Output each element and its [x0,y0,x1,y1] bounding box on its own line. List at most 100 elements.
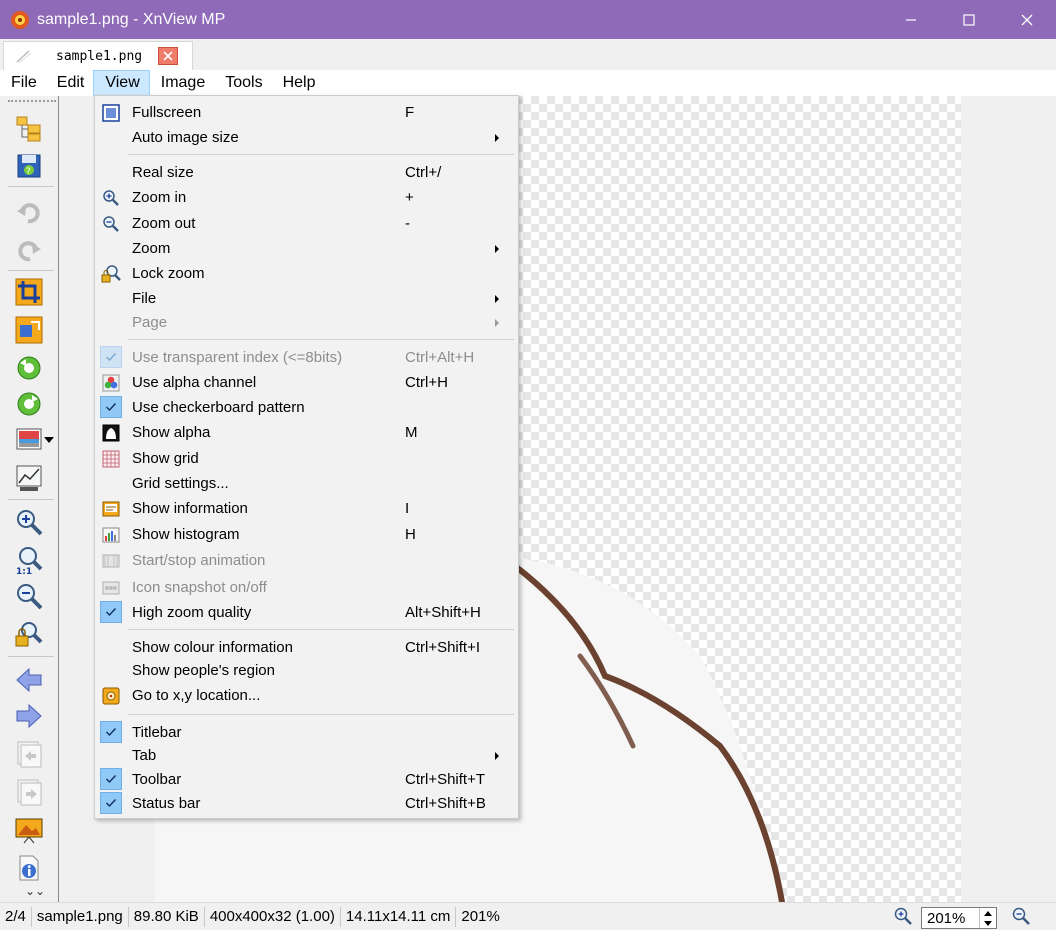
menu-item-zoom-in[interactable]: Zoom in + [95,185,518,210]
toolbar-overflow[interactable]: ⌄⌄ [25,884,45,898]
menu-image[interactable]: Image [150,70,214,96]
resize-button[interactable] [13,314,45,346]
menu-item-show-peoples-region[interactable]: Show people's region [95,658,518,683]
menu-item-tab[interactable]: Tab [95,743,518,768]
menu-item-use-alpha-channel[interactable]: Use alpha channel Ctrl+H [95,370,518,395]
spin-down-icon [984,920,992,926]
print-size: 14.11x14.11 cm [341,906,457,927]
menu-item-zoom[interactable]: Zoom [95,236,518,261]
view-menu-dropdown: Fullscreen F Auto image size Real size C… [94,95,519,819]
previous-image-button[interactable] [13,664,45,696]
checkmark-icon [100,792,122,814]
menu-item-page[interactable]: Page [95,310,518,335]
left-toolbar: ? 1:1 ⌄⌄ [0,96,59,902]
menu-item-lock-zoom[interactable]: Lock zoom [95,261,518,286]
menu-item-titlebar[interactable]: Titlebar [95,720,518,745]
browse-folder-button[interactable] [13,112,45,144]
last-page-icon [17,779,42,806]
submenu-arrow-icon [495,319,499,327]
zoom-in-button[interactable] [13,506,45,538]
undo-icon [17,203,40,224]
slideshow-icon [15,818,43,844]
menu-tools[interactable]: Tools [214,70,271,96]
close-button[interactable] [998,0,1056,39]
rotate-right-button[interactable] [13,388,45,420]
save-button[interactable]: ? [13,150,45,182]
actual-size-button[interactable]: 1:1 [13,544,45,576]
menu-item-grid-settings[interactable]: Grid settings... [95,471,518,496]
snapshot-icon [100,577,122,599]
alpha-channel-icon [100,372,122,394]
minimize-button[interactable] [882,0,940,39]
zoom-down-button[interactable] [980,918,996,928]
menu-item-show-histogram[interactable]: Show histogram H [95,522,518,547]
menu-item-zoom-out[interactable]: Zoom out - [95,211,518,236]
zoom-up-button[interactable] [980,908,996,918]
undo-button[interactable] [13,196,45,228]
menu-item-show-colour-information[interactable]: Show colour information Ctrl+Shift+I [95,635,518,660]
menu-item-auto-image-size[interactable]: Auto image size [95,125,518,150]
menu-item-high-zoom-quality[interactable]: High zoom quality Alt+Shift+H [95,600,518,625]
toolbar-grip[interactable] [8,100,56,103]
adjust-colors-icon [16,428,42,450]
submenu-arrow-icon [495,295,499,303]
menu-item-real-size[interactable]: Real size Ctrl+/ [95,160,518,185]
zoom-value[interactable]: 201% [922,910,965,927]
menu-item-file[interactable]: File [95,286,518,311]
menu-item-use-checkerboard-pattern[interactable]: Use checkerboard pattern [95,395,518,420]
next-image-button[interactable] [13,700,45,732]
menu-item-fullscreen[interactable]: Fullscreen F [95,100,518,125]
menu-item-go-to-location[interactable]: Go to x,y location... [95,683,518,708]
properties-icon [19,855,39,881]
animation-icon [100,550,122,572]
menu-bar: File Edit View Image Tools Help [0,70,1056,96]
maximize-button[interactable] [940,0,998,39]
menu-item-use-transparent-index[interactable]: Use transparent index (<=8bits) Ctrl+Alt… [95,345,518,370]
submenu-arrow-icon [495,245,499,253]
window-title: sample1.png - XnView MP [37,10,226,28]
zoom-out-button[interactable] [13,580,45,612]
checkmark-icon [100,721,122,743]
zoom-out-button[interactable] [1011,906,1031,930]
menu-help[interactable]: Help [272,70,325,96]
adjust-colors-dropdown[interactable] [44,437,54,443]
menu-edit[interactable]: Edit [46,70,94,96]
zoom-out-icon [100,213,122,235]
histogram-icon [100,524,122,546]
menu-view[interactable]: View [93,70,150,96]
menu-item-show-alpha[interactable]: Show alpha M [95,420,518,445]
menu-item-icon-snapshot[interactable]: Icon snapshot on/off [95,575,518,600]
menu-item-show-information[interactable]: Show information I [95,496,518,521]
image-thumbnail-icon [16,50,32,64]
submenu-arrow-icon [495,134,499,142]
levels-button[interactable] [13,462,45,494]
checkmark-icon [100,768,122,790]
first-page-icon [17,741,42,768]
redo-button[interactable] [13,234,45,266]
tab-close-button[interactable] [158,47,178,65]
properties-button[interactable] [13,852,45,884]
browse-folder-icon [16,116,41,142]
menu-item-status-bar[interactable]: Status bar Ctrl+Shift+B [95,791,518,816]
file-name: sample1.png [32,906,129,927]
rotate-left-button[interactable] [13,352,45,384]
last-page-button[interactable] [13,776,45,808]
adjust-colors-button[interactable] [13,424,45,456]
first-page-button[interactable] [13,738,45,770]
previous-icon [16,667,42,693]
checkmark-icon [100,346,122,368]
zoom-out-icon [17,584,43,610]
tab-sample1[interactable]: sample1.png [3,41,193,70]
lock-zoom-icon [100,263,122,285]
slideshow-button[interactable] [13,814,45,846]
menu-file[interactable]: File [0,70,46,96]
menu-item-start-stop-animation[interactable]: Start/stop animation [95,548,518,573]
lock-zoom-button[interactable] [13,618,45,650]
crop-button[interactable] [13,276,45,308]
menu-item-show-grid[interactable]: Show grid [95,446,518,471]
menu-separator [128,714,514,715]
zoom-in-button[interactable] [893,906,913,930]
zoom-in-icon [17,510,43,536]
zoom-spinbox[interactable]: 201% [921,907,997,929]
menu-item-toolbar[interactable]: Toolbar Ctrl+Shift+T [95,767,518,792]
